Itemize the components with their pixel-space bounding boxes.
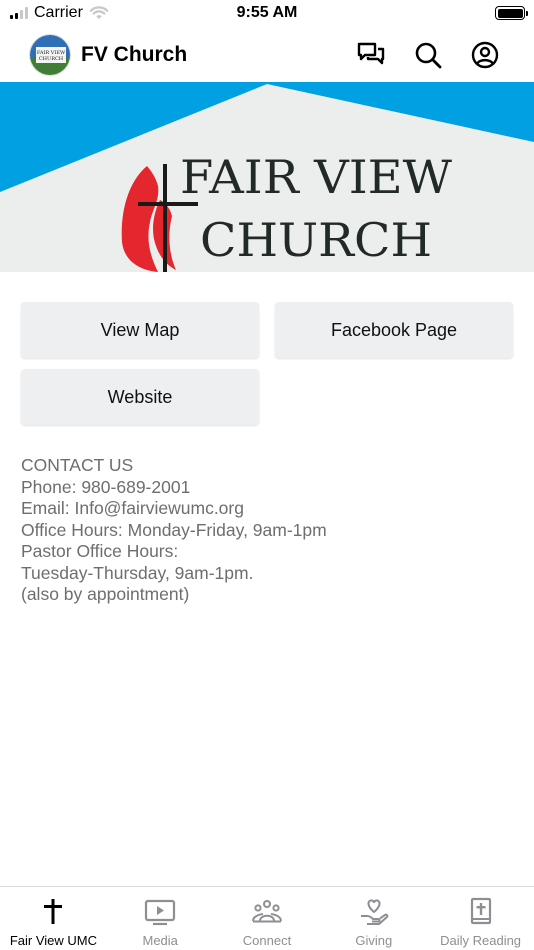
- search-icon[interactable]: [413, 40, 443, 70]
- status-bar: Carrier 9:55 AM: [0, 0, 534, 28]
- contact-pastor-hours: Tuesday-Thursday, 9am-1pm.: [21, 562, 254, 583]
- tab-connect[interactable]: Connect: [214, 887, 321, 950]
- tab-media[interactable]: Media: [107, 887, 214, 950]
- hand-heart-icon: [358, 897, 390, 927]
- view-map-button[interactable]: View Map: [21, 302, 259, 358]
- church-logo[interactable]: FAIR VIEW CHURCH: [29, 34, 71, 76]
- tab-label: Daily Reading: [440, 933, 522, 948]
- app-screen: Carrier 9:55 AM FAIR VIEW CHURCH FV Chur…: [0, 0, 534, 950]
- tab-label: Media: [142, 933, 178, 948]
- tab-fair-view-umc[interactable]: Fair View UMC: [0, 887, 107, 950]
- tab-label: Connect: [242, 933, 292, 948]
- app-title: FV Church: [81, 43, 188, 66]
- contact-note: (also by appointment): [21, 584, 190, 604]
- cross-icon: [37, 897, 69, 927]
- status-time: 9:55 AM: [236, 4, 298, 21]
- people-group-icon: [251, 897, 283, 927]
- tab-daily-reading[interactable]: Daily Reading: [427, 887, 534, 950]
- logo-text-line2: CHURCH: [39, 56, 64, 62]
- play-screen-icon: [144, 897, 176, 927]
- profile-icon[interactable]: [470, 40, 500, 70]
- contact-email: Email: Info@fairviewumc.org: [21, 498, 244, 518]
- cross-icon: [163, 164, 167, 272]
- tab-giving[interactable]: Giving: [320, 887, 427, 950]
- tab-bar: Fair View UMC Media Connect Giving Daily…: [0, 886, 534, 950]
- website-button[interactable]: Website: [21, 369, 259, 425]
- chat-icon[interactable]: [356, 40, 386, 70]
- app-header: FAIR VIEW CHURCH FV Church: [0, 28, 534, 82]
- hero-banner: FAIR VIEW CHURCH: [0, 82, 534, 272]
- hero-title-line1: FAIR VIEW: [180, 150, 453, 204]
- contact-info: CONTACT US Phone: 980-689-2001 Email: In…: [21, 455, 511, 606]
- tab-label: Giving: [355, 933, 393, 948]
- tab-label: Fair View UMC: [9, 933, 97, 948]
- contact-heading: CONTACT US: [21, 455, 134, 475]
- battery-icon: [495, 6, 528, 20]
- contact-office-hours: Office Hours: Monday-Friday, 9am-1pm: [21, 519, 327, 540]
- contact-phone: Phone: 980-689-2001: [21, 476, 191, 497]
- facebook-page-button[interactable]: Facebook Page: [275, 302, 513, 358]
- contact-pastor-label: Pastor Office Hours:: [21, 541, 179, 561]
- bible-icon: [465, 897, 497, 927]
- hero-title-line2: CHURCH: [200, 213, 432, 267]
